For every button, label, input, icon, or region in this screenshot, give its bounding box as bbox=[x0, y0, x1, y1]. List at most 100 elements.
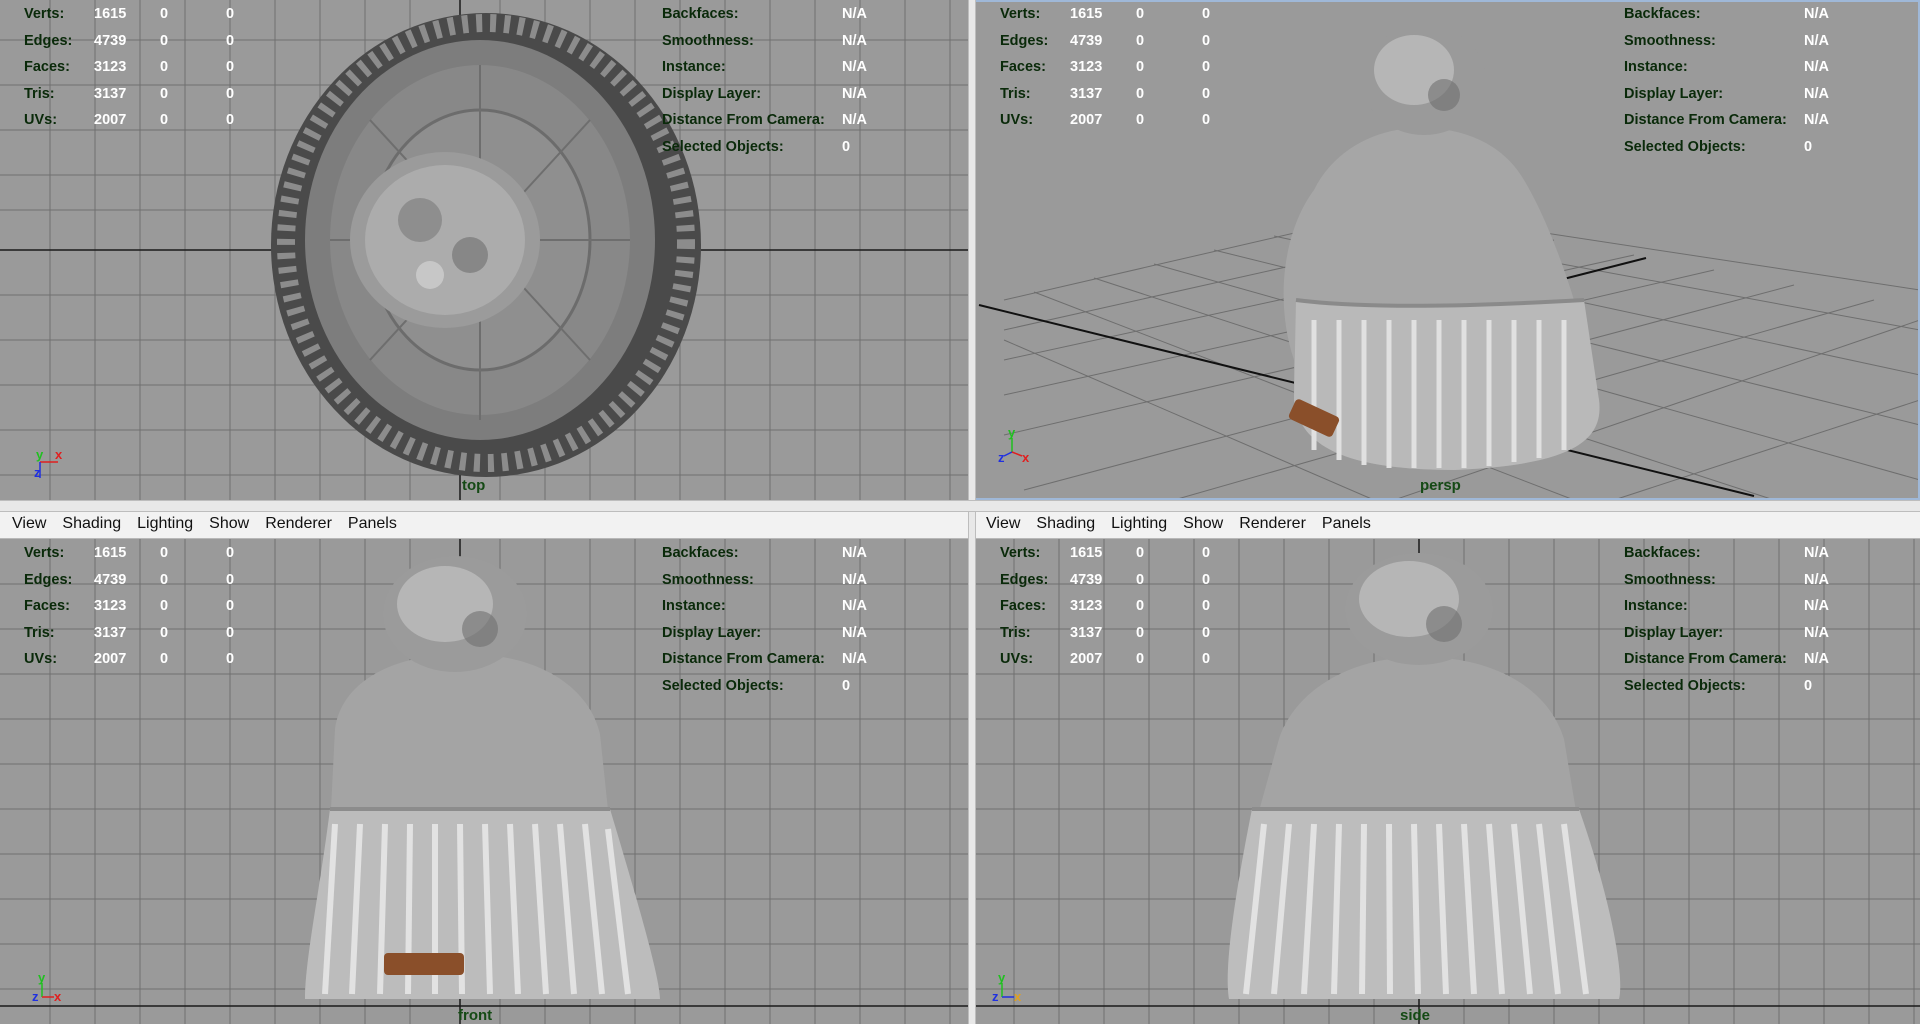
hud-value: 3137 bbox=[94, 624, 127, 641]
hud-label: Display Layer: bbox=[1624, 85, 1724, 102]
menu-renderer[interactable]: Renderer bbox=[257, 515, 340, 533]
hud-value: N/A bbox=[1804, 571, 1829, 588]
hud-row-backfaces: Backfaces: N/A bbox=[1624, 1, 1829, 28]
hud-row-verts: Verts: 1615 0 0 bbox=[1000, 540, 1268, 567]
hud-row-backfaces: Backfaces: N/A bbox=[662, 540, 867, 567]
hud-value: 0 bbox=[1202, 598, 1211, 614]
hud-value: 0 bbox=[1136, 6, 1145, 22]
hud-row-uvs: UVs: 2007 0 0 bbox=[24, 646, 292, 673]
hud-label: Distance From Camera: bbox=[1624, 651, 1787, 667]
hud-value: 4739 bbox=[94, 32, 127, 49]
menu-panels[interactable]: Panels bbox=[1314, 515, 1379, 533]
hud-value: 0 bbox=[1202, 545, 1211, 561]
hud-row-backfaces: Backfaces: N/A bbox=[662, 1, 867, 28]
hud-value: N/A bbox=[842, 32, 867, 49]
pane-splitter-vertical[interactable] bbox=[968, 0, 976, 1024]
hud-value: N/A bbox=[1804, 112, 1829, 128]
hud-row-tris: Tris: 3137 0 0 bbox=[24, 81, 292, 108]
hud-label: Backfaces: bbox=[662, 545, 739, 561]
hud-label: UVs: bbox=[24, 651, 58, 667]
hud-label: Edges: bbox=[24, 571, 73, 588]
hud-row-uvs: UVs: 2007 0 0 bbox=[1000, 107, 1268, 134]
hud-value: 0 bbox=[160, 59, 169, 75]
axis-gizmo-icon: y x z bbox=[34, 448, 63, 480]
hud-value: 1615 bbox=[94, 6, 127, 22]
viewport-pane-side[interactable]: View Shading Lighting Show Renderer Pane… bbox=[974, 510, 1920, 1024]
viewport-side[interactable]: Verts: 1615 0 0 Edges: 4739 0 0 Faces: 3123 0 0 T… bbox=[974, 539, 1920, 1024]
menu-view[interactable]: View bbox=[974, 515, 1028, 533]
hud-value: 0 bbox=[226, 598, 235, 614]
hud-poly-stats: Verts: 1615 0 0 Edges: 4739 0 0 Faces: 3123 0 0 T… bbox=[24, 1, 292, 134]
menu-show[interactable]: Show bbox=[201, 515, 257, 533]
hud-value: N/A bbox=[1804, 651, 1829, 667]
hud-label: UVs: bbox=[1000, 112, 1034, 128]
hud-value: 0 bbox=[1136, 571, 1145, 588]
hud-value: 2007 bbox=[94, 112, 127, 128]
hud-label: Distance From Camera: bbox=[1624, 112, 1787, 128]
hud-value: 0 bbox=[160, 32, 169, 49]
hud-value: 0 bbox=[160, 598, 169, 614]
hud-row-smoothness: Smoothness: N/A bbox=[662, 567, 867, 594]
menu-show[interactable]: Show bbox=[1175, 515, 1231, 533]
hud-value: 0 bbox=[226, 545, 235, 561]
hud-row-verts: Verts: 1615 0 0 bbox=[24, 540, 292, 567]
axis-gizmo-icon: y z x bbox=[998, 426, 1030, 465]
svg-text:z: z bbox=[998, 450, 1005, 465]
menu-lighting[interactable]: Lighting bbox=[1103, 515, 1175, 533]
hud-value: 0 bbox=[226, 651, 235, 667]
hud-label: Edges: bbox=[1000, 571, 1049, 588]
camera-name-label: front bbox=[458, 1007, 493, 1024]
hud-value: N/A bbox=[842, 112, 867, 128]
hud-row-faces: Faces: 3123 0 0 bbox=[1000, 54, 1268, 81]
hud-value: N/A bbox=[1804, 545, 1829, 561]
menu-view[interactable]: View bbox=[0, 515, 54, 533]
hud-label: Tris: bbox=[1000, 85, 1031, 102]
hud-value: N/A bbox=[1804, 624, 1829, 641]
svg-text:x: x bbox=[54, 989, 62, 1004]
hud-value: N/A bbox=[842, 624, 867, 641]
hud-poly-stats: Verts: 1615 0 0 Edges: 4739 0 0 Faces: 3123 0 0 T… bbox=[24, 540, 292, 673]
hud-value: 3137 bbox=[1070, 624, 1103, 641]
viewport-pane-top[interactable]: Verts: 1615 0 0 Edges: 4739 0 0 Faces: 3123 0 0 T… bbox=[0, 0, 968, 500]
menu-lighting[interactable]: Lighting bbox=[129, 515, 201, 533]
pane-splitter-horizontal[interactable] bbox=[0, 500, 1920, 512]
hud-row-tris: Tris: 3137 0 0 bbox=[1000, 81, 1268, 108]
menu-shading[interactable]: Shading bbox=[54, 515, 129, 533]
hud-label: Backfaces: bbox=[662, 6, 739, 22]
hud-label: Display Layer: bbox=[1624, 624, 1724, 641]
hud-row-display-layer: Display Layer: N/A bbox=[1624, 620, 1829, 647]
hud-row-distance: Distance From Camera: N/A bbox=[662, 107, 867, 134]
svg-text:z: z bbox=[34, 465, 41, 480]
hud-value: 3137 bbox=[94, 85, 127, 102]
hud-object-info: Backfaces: N/A Smoothness: N/A Instance: N/… bbox=[1624, 540, 1829, 699]
hud-row-uvs: UVs: 2007 0 0 bbox=[1000, 646, 1268, 673]
hud-label: Selected Objects: bbox=[662, 138, 784, 155]
hud-value: 3123 bbox=[94, 59, 127, 75]
hud-value: N/A bbox=[842, 598, 867, 614]
hud-row-faces: Faces: 3123 0 0 bbox=[24, 54, 292, 81]
hud-row-edges: Edges: 4739 0 0 bbox=[1000, 567, 1268, 594]
hud-value: 0 bbox=[226, 571, 235, 588]
menu-renderer[interactable]: Renderer bbox=[1231, 515, 1314, 533]
hud-value: 4739 bbox=[1070, 32, 1103, 49]
hud-value: N/A bbox=[1804, 85, 1829, 102]
viewport-top[interactable]: Verts: 1615 0 0 Edges: 4739 0 0 Faces: 3123 0 0 T… bbox=[0, 0, 968, 500]
hud-value: 0 bbox=[160, 85, 169, 102]
hud-row-smoothness: Smoothness: N/A bbox=[1624, 28, 1829, 55]
menu-panels[interactable]: Panels bbox=[340, 515, 405, 533]
hud-value: N/A bbox=[842, 6, 867, 22]
hud-value: 0 bbox=[1202, 85, 1211, 102]
hud-value: N/A bbox=[1804, 598, 1829, 614]
hud-value: 1615 bbox=[94, 545, 127, 561]
viewport-front[interactable]: Verts: 1615 0 0 Edges: 4739 0 0 Faces: 3123 0 0 T… bbox=[0, 539, 968, 1024]
viewport-pane-front[interactable]: View Shading Lighting Show Renderer Pane… bbox=[0, 510, 968, 1024]
viewport-pane-persp[interactable]: Verts: 1615 0 0 Edges: 4739 0 0 Faces: 3123 0 0 T… bbox=[974, 0, 1920, 500]
menu-shading[interactable]: Shading bbox=[1028, 515, 1103, 533]
hud-row-backfaces: Backfaces: N/A bbox=[1624, 540, 1829, 567]
hud-label: Verts: bbox=[24, 545, 65, 561]
hud-label: Faces: bbox=[24, 598, 70, 614]
svg-text:y: y bbox=[38, 971, 46, 985]
hud-value: 1615 bbox=[1070, 545, 1103, 561]
viewport-persp[interactable]: Verts: 1615 0 0 Edges: 4739 0 0 Faces: 3123 0 0 T… bbox=[974, 0, 1920, 500]
hud-label: Edges: bbox=[24, 32, 73, 49]
